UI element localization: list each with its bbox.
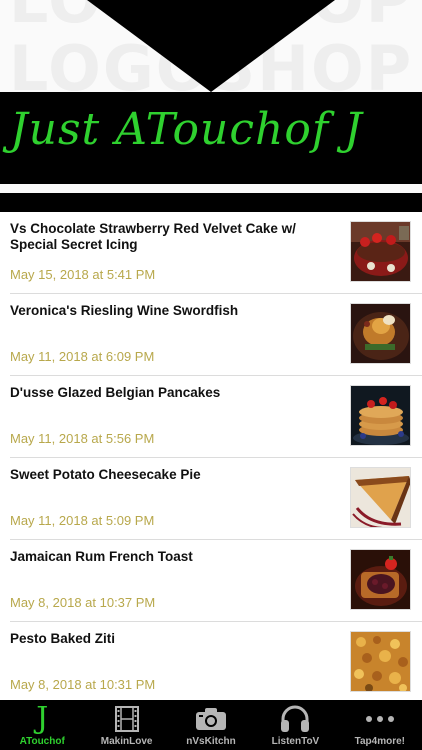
post-date: May 11, 2018 at 6:09 PM [10, 349, 155, 364]
post-date: May 11, 2018 at 5:56 PM [10, 431, 155, 446]
post-title: Sweet Potato Cheesecake Pie [10, 467, 201, 482]
banner-stripe [0, 193, 422, 212]
j-letter-icon: J [36, 701, 49, 736]
swordfish-plate-thumbnail[interactable] [350, 303, 411, 364]
post-date: May 8, 2018 at 10:37 PM [10, 595, 156, 610]
tab-label: Tap4more! [354, 736, 406, 747]
tab-listentov[interactable]: ListenToV [253, 700, 337, 750]
list-item[interactable]: Pesto Baked Ziti May 8, 2018 at 10:31 PM [0, 622, 422, 700]
header-banner: LOGOSHOP LOGOSHOP Just ATouchof J [0, 0, 422, 212]
list-item[interactable]: D'usse Glazed Belgian Pancakes May 11, 2… [0, 376, 422, 458]
tab-nvskitchn[interactable]: nVsKitchn [169, 700, 253, 750]
tab-makinlove[interactable]: MakinLove [84, 700, 168, 750]
banner-bar: Just ATouchof J [0, 92, 422, 184]
post-title: Pesto Baked Ziti [10, 631, 116, 646]
post-date: May 11, 2018 at 5:09 PM [10, 513, 155, 528]
tab-bar: J ATouchof MakinLove nVsKitchn ListenToV… [0, 700, 422, 750]
banner-logo-text: Just ATouchof J [10, 104, 363, 155]
list-item[interactable]: Veronica's Riesling Wine Swordfish May 1… [0, 294, 422, 376]
post-list[interactable]: Vs Chocolate Strawberry Red Velvet Cake … [0, 212, 422, 700]
list-item[interactable]: Sweet Potato Cheesecake Pie May 11, 2018… [0, 458, 422, 540]
french-toast-thumbnail[interactable] [350, 549, 411, 610]
post-title: Veronica's Riesling Wine Swordfish [10, 303, 239, 318]
headphones-icon [275, 704, 315, 734]
post-date: May 15, 2018 at 5:41 PM [10, 267, 156, 282]
tab-label: ATouchof [19, 736, 65, 747]
pie-slice-thumbnail[interactable] [350, 467, 411, 528]
list-item[interactable]: Vs Chocolate Strawberry Red Velvet Cake … [0, 212, 422, 294]
more-dots-icon [360, 704, 400, 734]
tab-atouchof[interactable]: J ATouchof [0, 700, 84, 750]
post-date: May 8, 2018 at 10:31 PM [10, 677, 156, 692]
post-title: D'usse Glazed Belgian Pancakes [10, 385, 221, 400]
tab-label: ListenToV [271, 736, 320, 747]
post-title: Vs Chocolate Strawberry Red Velvet Cake … [10, 221, 296, 252]
list-item[interactable]: Jamaican Rum French Toast May 8, 2018 at… [0, 540, 422, 622]
tab-label: MakinLove [100, 736, 153, 747]
post-title: Jamaican Rum French Toast [10, 549, 193, 564]
camera-icon [191, 704, 231, 734]
tab-tap4more[interactable]: Tap4more! [338, 700, 422, 750]
red-velvet-cake-thumbnail[interactable] [350, 221, 411, 282]
film-icon [107, 704, 147, 734]
baked-ziti-thumbnail[interactable] [350, 631, 411, 692]
banner-triangle [87, 0, 335, 92]
tab-label: nVsKitchn [186, 736, 236, 747]
pancake-stack-thumbnail[interactable] [350, 385, 411, 446]
